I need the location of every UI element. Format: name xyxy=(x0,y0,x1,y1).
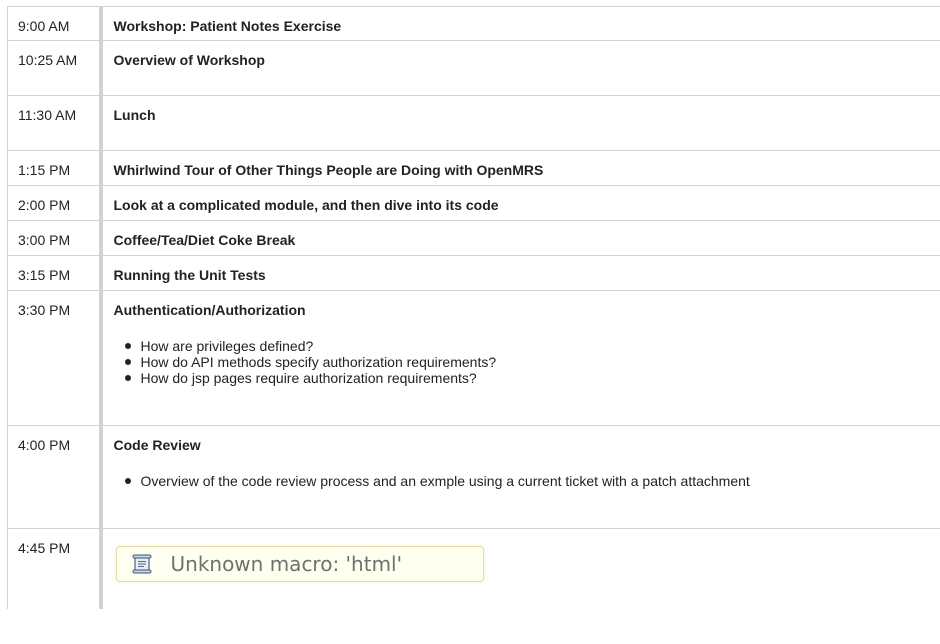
bullet-list: How are privileges defined? How do API m… xyxy=(103,338,940,386)
event-cell: Lunch xyxy=(100,95,940,151)
event-title: Whirlwind Tour of Other Things People ar… xyxy=(113,162,544,178)
time-cell: 9:00 AM xyxy=(7,6,103,41)
list-item: How are privileges defined? xyxy=(124,338,940,354)
time-cell: 3:30 PM xyxy=(7,290,103,426)
time-label: 3:30 PM xyxy=(18,302,71,318)
table-row: 2:00 PM Look at a complicated module, an… xyxy=(7,185,940,221)
time-label: 11:30 AM xyxy=(18,107,77,123)
list-item: How do API methods specify authorization… xyxy=(124,354,940,370)
event-title: Code Review xyxy=(113,437,201,453)
event-cell: Whirlwind Tour of Other Things People ar… xyxy=(100,150,940,186)
bullet-list: Overview of the code review process and … xyxy=(103,473,940,489)
bullet-icon xyxy=(124,359,131,365)
table-row: 3:15 PM Running the Unit Tests xyxy=(7,255,940,291)
time-label: 3:00 PM xyxy=(18,232,71,248)
event-title: Coffee/Tea/Diet Coke Break xyxy=(113,232,296,248)
time-label: 2:00 PM xyxy=(18,197,71,213)
time-cell: 10:25 AM xyxy=(7,40,103,96)
time-cell: 2:00 PM xyxy=(7,185,103,221)
event-cell: Unknown macro: 'html' xyxy=(100,528,940,609)
time-label: 3:15 PM xyxy=(18,267,71,283)
table-row: 3:00 PM Coffee/Tea/Diet Coke Break xyxy=(7,220,940,256)
event-cell: Code Review Overview of the code review … xyxy=(100,425,940,529)
list-item: How do jsp pages require authorization r… xyxy=(124,370,940,386)
time-cell: 4:00 PM xyxy=(7,425,103,529)
time-label: 4:00 PM xyxy=(18,437,71,453)
time-cell: 11:30 AM xyxy=(7,95,103,151)
event-cell: Coffee/Tea/Diet Coke Break xyxy=(100,220,940,256)
time-label: 9:00 AM xyxy=(18,18,70,34)
table-row: 3:30 PM Authentication/Authorization How… xyxy=(7,290,940,426)
list-item: Overview of the code review process and … xyxy=(124,473,940,489)
table-row: 1:15 PM Whirlwind Tour of Other Things P… xyxy=(7,150,940,186)
table-row: 9:00 AM Workshop: Patient Notes Exercise xyxy=(7,6,940,41)
bullet-icon xyxy=(124,478,131,484)
event-title: Overview of Workshop xyxy=(113,52,265,68)
event-title: Look at a complicated module, and then d… xyxy=(113,197,499,213)
event-title: Running the Unit Tests xyxy=(113,267,266,283)
unknown-macro-placeholder: Unknown macro: 'html' xyxy=(115,546,484,582)
table-row: 4:45 PM Unknown macro: 'html' xyxy=(7,528,940,609)
event-cell: Running the Unit Tests xyxy=(100,255,940,291)
list-item-text: How do jsp pages require authorization r… xyxy=(140,370,477,386)
event-cell: Authentication/Authorization How are pri… xyxy=(100,290,940,426)
table-row: 10:25 AM Overview of Workshop xyxy=(7,40,940,96)
event-title: Workshop: Patient Notes Exercise xyxy=(113,18,342,34)
event-cell: Look at a complicated module, and then d… xyxy=(100,185,940,221)
list-item-text: How are privileges defined? xyxy=(140,338,314,354)
event-cell: Workshop: Patient Notes Exercise xyxy=(100,6,940,41)
event-cell: Overview of Workshop xyxy=(100,40,940,96)
time-cell: 4:45 PM xyxy=(7,528,103,609)
schedule-table: 9:00 AM Workshop: Patient Notes Exercise… xyxy=(7,6,940,609)
time-cell: 3:15 PM xyxy=(7,255,103,291)
bullet-icon xyxy=(124,343,131,349)
list-item-text: How do API methods specify authorization… xyxy=(140,354,497,370)
table-row: 11:30 AM Lunch xyxy=(7,95,940,151)
list-item-text: Overview of the code review process and … xyxy=(140,473,750,489)
time-label: 4:45 PM xyxy=(18,540,71,556)
macro-error-text: Unknown macro: 'html' xyxy=(170,552,403,576)
time-cell: 3:00 PM xyxy=(7,220,103,256)
event-title: Authentication/Authorization xyxy=(113,302,306,318)
event-title: Lunch xyxy=(113,107,156,123)
bullet-icon xyxy=(124,375,131,381)
scroll-document-icon xyxy=(131,553,153,575)
table-row: 4:00 PM Code Review Overview of the code… xyxy=(7,425,940,529)
time-label: 1:15 PM xyxy=(18,162,71,178)
time-label: 10:25 AM xyxy=(18,52,78,68)
time-cell: 1:15 PM xyxy=(7,150,103,186)
